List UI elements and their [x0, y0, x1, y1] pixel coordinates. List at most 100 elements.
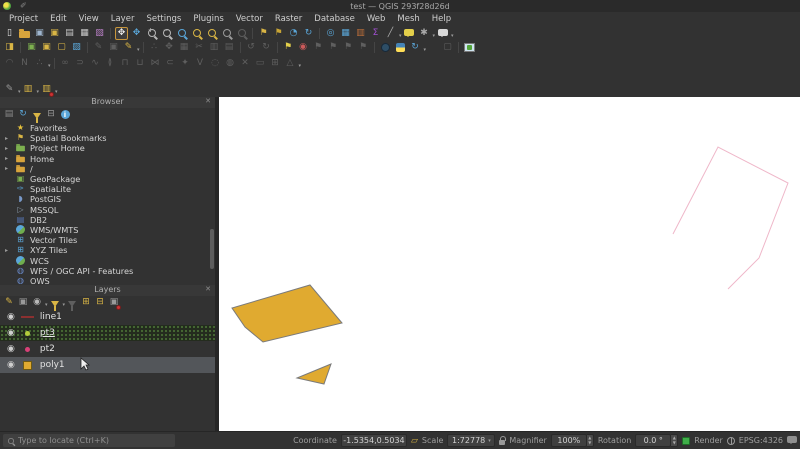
select-features-by-form-icon[interactable]: ✎: [3, 83, 16, 96]
browser-item-xyz-tiles[interactable]: ▸ ⊞ XYZ Tiles: [0, 245, 215, 255]
zoom-full-icon[interactable]: [175, 27, 188, 40]
dropdown-arrow-icon[interactable]: ▾: [299, 62, 302, 70]
map-tips-icon[interactable]: [403, 27, 416, 40]
layers-close-icon[interactable]: ✕: [205, 286, 211, 293]
new-project-icon[interactable]: ▯: [3, 27, 16, 40]
browser-item-spatial-bookmarks[interactable]: ▸ ⚑ Spatial Bookmarks: [0, 133, 215, 143]
zoom-last-icon[interactable]: [220, 27, 233, 40]
show-sum-of-selected-icon[interactable]: Σ: [369, 27, 382, 40]
dropdown-arrow-icon[interactable]: ▾: [63, 301, 66, 309]
browser-properties-icon[interactable]: i: [59, 109, 71, 121]
browser-item-project-home[interactable]: ▸ Project Home: [0, 143, 215, 153]
menu-project[interactable]: Project: [3, 14, 44, 24]
scale-combobox[interactable]: 1:72778 ▾: [447, 434, 496, 447]
data-source-manager-icon[interactable]: ◨: [3, 41, 16, 54]
collapse-all-browser-icon[interactable]: ⊟: [45, 109, 57, 121]
browser-item-wcs[interactable]: WCS: [0, 255, 215, 266]
pan-to-selection-icon[interactable]: ✥: [130, 27, 143, 40]
text-annotation-icon[interactable]: [436, 27, 449, 40]
layer-row-pt2[interactable]: ◉ pt2: [0, 341, 215, 357]
new-print-layout-icon[interactable]: ▤: [63, 27, 76, 40]
annotations-toolbar-icon[interactable]: ✱: [418, 27, 431, 40]
new-spatial-bookmark-icon[interactable]: ⚑: [257, 27, 270, 40]
save-project-icon[interactable]: ▣: [33, 27, 46, 40]
browser-close-icon[interactable]: ✕: [205, 98, 211, 105]
pan-map-icon[interactable]: ✥: [115, 26, 128, 40]
visibility-eye-icon[interactable]: ◉: [7, 312, 15, 322]
layout-manager-icon[interactable]: ▦: [78, 27, 91, 40]
filter-legend-icon[interactable]: [49, 297, 61, 311]
browser-item-favorites[interactable]: ★ Favorites: [0, 123, 215, 133]
layer-row-pt3[interactable]: ◉ pt3: [0, 325, 215, 341]
collapse-all-layers-icon[interactable]: ⊟: [94, 297, 106, 309]
menu-view[interactable]: View: [73, 14, 105, 24]
coordinate-input[interactable]: -1.5354,0.5034: [340, 434, 407, 447]
add-selected-layers-icon[interactable]: ▤: [3, 109, 15, 121]
browser-item-wms-wmts[interactable]: WMS/WMTS: [0, 225, 215, 235]
menu-help[interactable]: Help: [426, 14, 457, 24]
dropdown-arrow-icon[interactable]: ▾: [45, 301, 48, 309]
expand-all-layers-icon[interactable]: ⊞: [80, 297, 92, 309]
remove-layer-icon[interactable]: ▣: [108, 297, 122, 310]
new-shapefile-layer-icon[interactable]: ▣: [40, 41, 53, 54]
browser-item-vector-tiles[interactable]: ⊞ Vector Tiles: [0, 235, 215, 245]
browser-item-mssql[interactable]: ▷ MSSQL: [0, 205, 215, 215]
magnifier-spinbox[interactable]: 100%: [550, 434, 587, 447]
copy-features-style-icon[interactable]: ▥: [22, 83, 35, 96]
magnifier-spin-arrows[interactable]: ▲ ▼: [586, 434, 594, 447]
crs-globe-icon[interactable]: [726, 436, 735, 445]
dropdown-arrow-icon[interactable]: ▾: [55, 88, 58, 96]
map-canvas[interactable]: [219, 97, 800, 431]
delete-selected-features-icon[interactable]: ▥: [40, 83, 55, 97]
dropdown-arrow-icon[interactable]: ▾: [18, 88, 21, 96]
lock-scale-icon[interactable]: [499, 436, 506, 445]
zoom-out-icon[interactable]: −: [160, 27, 173, 40]
menu-raster[interactable]: Raster: [269, 14, 308, 24]
rotation-spin-arrows[interactable]: ▲ ▼: [671, 434, 679, 447]
add-group-icon[interactable]: ▣: [17, 297, 29, 309]
expand-arrow-icon[interactable]: ▸: [5, 165, 8, 172]
rotation-spinbox[interactable]: 0.0 °: [635, 434, 672, 447]
manage-map-themes-icon[interactable]: ◉: [31, 297, 43, 309]
crs-label[interactable]: EPSG:4326: [739, 436, 783, 445]
browser-item-geopackage[interactable]: ▣ GeoPackage: [0, 174, 215, 184]
menu-mesh[interactable]: Mesh: [391, 14, 425, 24]
browser-item-[interactable]: ▸ /: [0, 164, 215, 174]
menu-database[interactable]: Database: [308, 14, 361, 24]
new-geopackage-layer-icon[interactable]: ▣: [25, 41, 38, 54]
filter-browser-icon[interactable]: [31, 109, 43, 123]
zoom-to-layer-icon[interactable]: [205, 27, 218, 40]
save-project-as-icon[interactable]: ▣: [48, 27, 61, 40]
open-attribute-table-icon[interactable]: ▦: [339, 27, 352, 40]
render-checkbox[interactable]: [682, 436, 691, 445]
show-spatial-bookmarks-icon[interactable]: ⚑: [272, 27, 285, 40]
python-console-icon[interactable]: [394, 41, 407, 54]
new-temporary-scratch-layer-icon[interactable]: ▢: [55, 41, 68, 54]
layer-row-line1[interactable]: ◉ line1: [0, 309, 215, 325]
dropdown-arrow-icon[interactable]: ▾: [399, 32, 402, 40]
open-layer-styling-panel-icon[interactable]: ✎: [3, 297, 15, 309]
visibility-eye-icon[interactable]: ◉: [7, 360, 15, 370]
open-project-icon[interactable]: [18, 27, 31, 40]
dropdown-arrow-icon[interactable]: ▾: [37, 88, 40, 96]
expand-arrow-icon[interactable]: ▸: [5, 135, 8, 142]
new-virtual-layer-icon[interactable]: ▨: [70, 41, 83, 54]
browser-item-spatialite[interactable]: ✑ SpatiaLite: [0, 184, 215, 194]
plugin-tool-icon[interactable]: ↻: [409, 41, 422, 54]
visibility-eye-icon[interactable]: ◉: [7, 328, 15, 338]
map-theme-plugin-icon[interactable]: [463, 41, 476, 54]
menu-layer[interactable]: Layer: [105, 14, 141, 24]
browser-item-wfs-ogc-api-features[interactable]: ◍ WFS / OGC API - Features: [0, 266, 215, 276]
locate-search-input[interactable]: Type to locate (Ctrl+K): [3, 434, 175, 447]
menu-web[interactable]: Web: [361, 14, 392, 24]
browser-item-postgis[interactable]: ◗ PostGIS: [0, 194, 215, 204]
zoom-in-icon[interactable]: +: [145, 27, 158, 40]
visibility-eye-icon[interactable]: ◉: [7, 344, 15, 354]
menu-edit[interactable]: Edit: [44, 14, 72, 24]
metasearch-icon[interactable]: [379, 41, 392, 54]
layer-labeling-options-icon[interactable]: ⚑: [282, 41, 295, 54]
measure-line-icon[interactable]: ╱: [384, 27, 397, 40]
dropdown-arrow-icon[interactable]: ▾: [433, 32, 436, 40]
layer-diagram-options-icon[interactable]: ◉: [297, 41, 310, 54]
menu-plugins[interactable]: Plugins: [187, 14, 229, 24]
